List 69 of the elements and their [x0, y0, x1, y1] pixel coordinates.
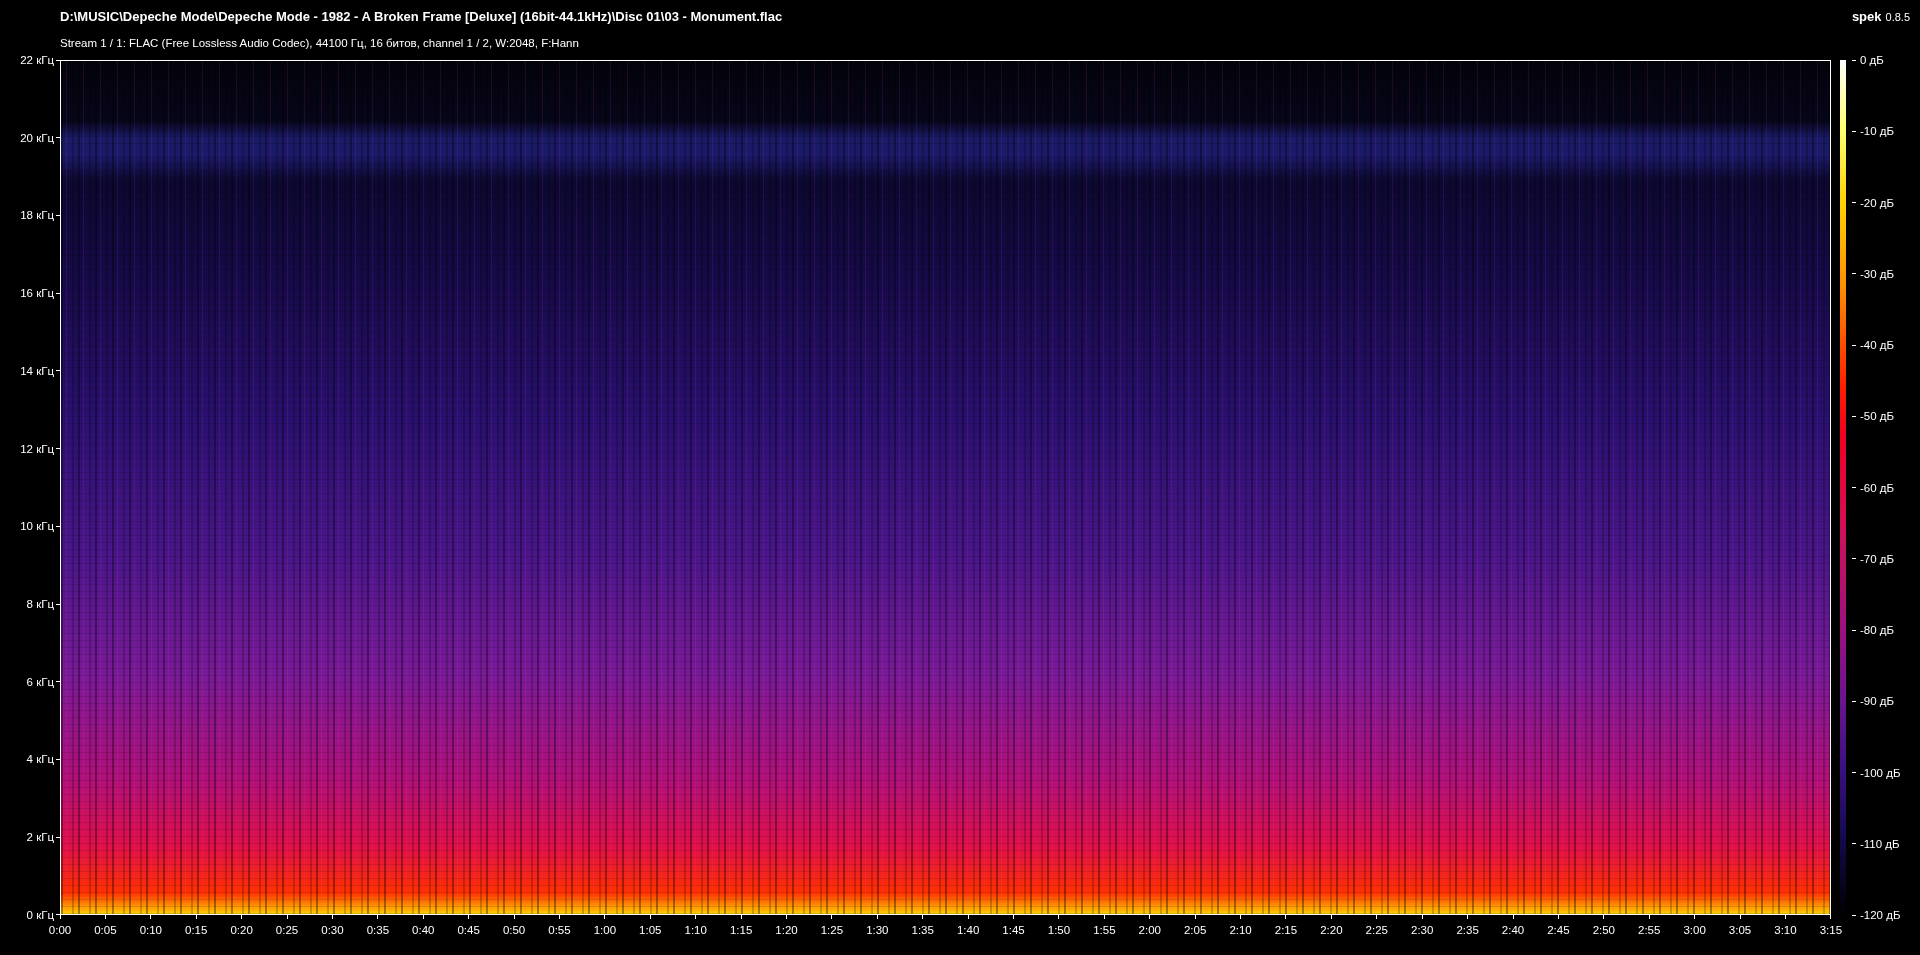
decibel-tick-label: -40 дБ [1860, 339, 1895, 351]
decibel-tick-label: -50 дБ [1860, 410, 1895, 423]
time-tick-label: 1:10 [684, 924, 707, 936]
time-tick-label: 1:25 [820, 924, 844, 936]
time-tick-label: 3:00 [1683, 924, 1706, 936]
time-tick-label: 2:50 [1592, 924, 1615, 936]
time-tick-label: 1:55 [1093, 924, 1116, 936]
time-tick-label: 1:00 [593, 924, 617, 936]
time-tick-label: 3:05 [1728, 924, 1752, 936]
time-tick-label: 0:50 [502, 924, 526, 936]
decibel-tick-label: -110 дБ [1860, 837, 1900, 850]
time-tick-label: 1:20 [775, 924, 798, 936]
time-tick-label: 0:30 [321, 924, 344, 936]
app-name: spek [1851, 9, 1882, 24]
decibel-tick-label: 0 дБ [1860, 54, 1884, 66]
time-tick-label: 0:05 [94, 924, 117, 936]
time-tick-label: 1:15 [729, 924, 753, 936]
frequency-tick-label: 8 кГц [26, 598, 54, 611]
time-tick-label: 0:20 [230, 924, 253, 936]
time-tick-label: 2:35 [1456, 924, 1479, 936]
time-tick-label: 0:55 [548, 924, 571, 936]
time-tick-label: 2:55 [1638, 924, 1661, 936]
frequency-tick-label: 0 кГц [26, 908, 54, 921]
time-tick-label: 0:25 [275, 924, 299, 936]
time-tick-label: 2:40 [1501, 924, 1525, 936]
decibel-tick-label: -20 дБ [1860, 196, 1895, 209]
time-tick-label: 1:50 [1047, 924, 1071, 936]
decibel-tick-label: -10 дБ [1860, 125, 1895, 138]
frequency-tick-label: 6 кГц [26, 675, 54, 688]
time-tick-label: 2:15 [1274, 924, 1298, 936]
time-tick-label: 1:45 [1002, 924, 1025, 936]
frequency-tick-label: 10 кГц [20, 520, 54, 533]
decibel-tick-label: -90 дБ [1860, 695, 1895, 708]
time-tick-label: 1:05 [639, 924, 662, 936]
time-tick-label: 0:35 [366, 924, 390, 936]
time-tick-label: 2:30 [1411, 924, 1434, 936]
time-tick-label: 1:40 [956, 924, 980, 936]
time-tick-label: 2:20 [1320, 924, 1343, 936]
frequency-tick-label: 22 кГц [20, 54, 54, 66]
decibel-tick-label: -80 дБ [1860, 624, 1895, 636]
time-tick-label: 0:00 [48, 924, 72, 936]
decibel-tick-label: -30 дБ [1860, 267, 1895, 280]
decibel-tick-label: -100 дБ [1860, 766, 1901, 779]
time-tick-label: 2:45 [1547, 924, 1570, 936]
decibel-tick-label: -60 дБ [1860, 481, 1895, 494]
decibel-tick-label: -70 дБ [1860, 552, 1895, 565]
frequency-tick-label: 2 кГц [26, 831, 54, 844]
time-tick-label: 0:15 [185, 924, 208, 936]
stream-info-text: Stream 1 / 1: FLAC (Free Lossless Audio Codec), 44100 Гц, 16 битов, channel 1 / 2, W:2048, F:Hann [60, 37, 579, 49]
time-tick-label: 1:35 [911, 924, 934, 936]
time-tick-label: 2:05 [1183, 924, 1207, 936]
frequency-tick-label: 12 кГц [20, 442, 54, 455]
frequency-tick-label: 14 кГц [20, 364, 54, 377]
time-tick-label: 0:40 [412, 924, 435, 936]
time-tick-label: 2:00 [1138, 924, 1161, 936]
time-tick-label: 0:10 [139, 924, 162, 936]
file-path-title: D:\MUSIC\Depeche Mode\Depeche Mode - 1982 - A Broken Frame [Deluxe] (16bit-44.1kHz)\Disc 01\03 - Monument.flac [60, 9, 783, 24]
time-tick-label: 3:10 [1774, 924, 1797, 936]
time-tick-label: 3:15 [1819, 924, 1843, 936]
app-version: 0.8.5 [1885, 11, 1910, 23]
time-tick-label: 2:10 [1229, 924, 1252, 936]
time-tick-label: 1:30 [866, 924, 889, 936]
decibel-tick-label: -120 дБ [1860, 909, 1901, 921]
time-tick-label: 0:45 [457, 924, 480, 936]
frequency-tick-label: 16 кГц [20, 287, 54, 300]
frequency-tick-label: 4 кГц [26, 753, 54, 766]
frequency-tick-label: 20 кГц [20, 131, 54, 144]
time-tick-label: 2:25 [1365, 924, 1388, 936]
frequency-tick-label: 18 кГц [20, 209, 54, 222]
